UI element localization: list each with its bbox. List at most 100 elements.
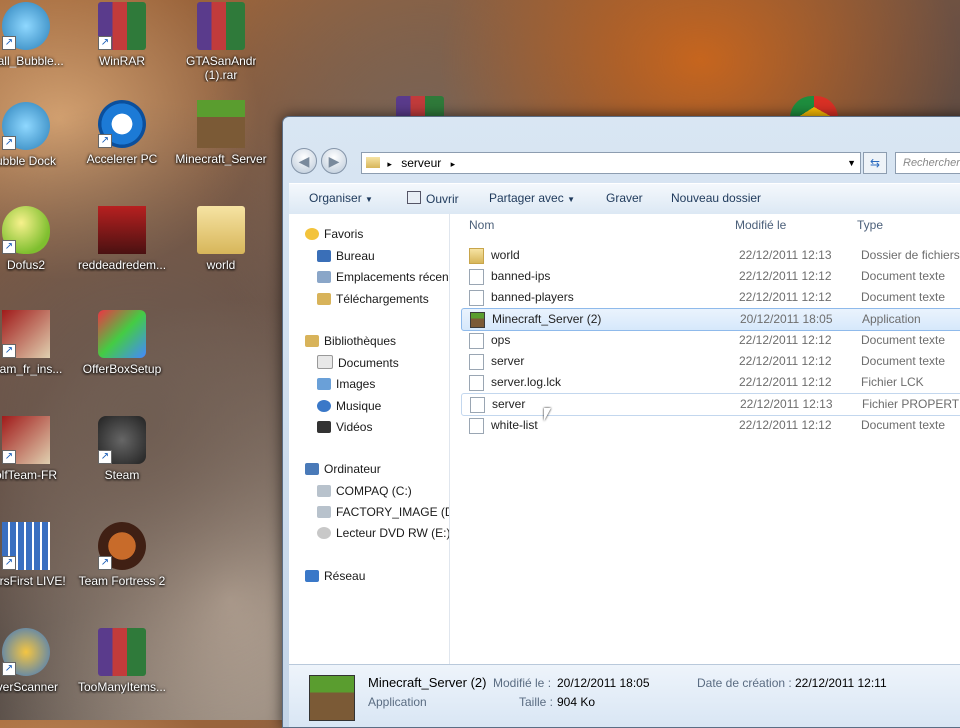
desktop-icon-dofus2[interactable]: ↗ Dofus2 [0,206,74,272]
text-file-icon [469,269,484,285]
images-icon [317,378,331,390]
desktop-icon-driverscanner[interactable]: ↗ iverScanner [0,628,74,694]
nav-ordinateur[interactable]: Ordinateur [305,459,381,479]
back-button[interactable]: ◀ [291,148,317,174]
text-file-icon [469,333,484,349]
desktop-icon-minecraft-server[interactable]: Minecraft_Server [173,100,269,166]
desktop-icon-wolfteam-installer[interactable]: ↗ team_fr_ins... [0,310,74,376]
rar-archive-icon [197,2,245,50]
breadcrumb-chevron-icon[interactable]: ▸ [451,159,456,169]
minecraft-app-icon [309,675,355,721]
nav-musique[interactable]: Musique [317,396,381,416]
details-created-value: 22/12/2011 12:11 [795,676,887,690]
address-bar[interactable]: ▸ serveur ▸ ▼ [361,152,861,174]
ouvrir-button[interactable]: Ouvrir [407,191,459,206]
nav-emplacements-recents[interactable]: Emplacements récen [317,267,449,287]
column-header-type[interactable]: Type [857,218,883,232]
desktop-icon-steam[interactable]: ↗ Steam [74,416,170,482]
minecraft-icon [197,100,245,148]
desktop-icon-gta-rar[interactable]: GTASanAndreas (1).rar [173,2,269,82]
libraries-icon [305,335,319,347]
address-dropdown-icon[interactable]: ▼ [847,153,856,173]
desktop-icon-wolfteam[interactable]: ↗ olfTeam-FR [0,416,74,482]
bubble-dock-icon: ↗ [2,102,50,150]
nav-bureau[interactable]: Bureau [317,246,375,266]
wolfteam-installer-icon: ↗ [2,310,50,358]
desktop-icon-accelerer-pc[interactable]: ↗ Accelerer PC [74,100,170,166]
steam-icon: ↗ [98,416,146,464]
chevron-down-icon: ▼ [567,195,575,204]
column-header-modifie[interactable]: Modifié le [735,218,786,232]
bubble-app-icon: ↗ [2,2,50,50]
desktop-icon-reddead[interactable]: reddeadredem... [74,206,170,272]
mouse-cursor-icon [544,408,551,421]
text-file-icon [469,290,484,306]
command-bar: Organiser ▼ Ouvrir Partager avec ▼ Grave… [289,183,960,215]
nav-images[interactable]: Images [317,374,375,394]
file-row-white-list[interactable]: white-list 22/12/2011 12:12 Document tex… [461,415,960,436]
dvd-drive-icon [317,527,331,539]
file-list: Nom Modifié le Type world 22/12/2011 12:… [451,214,960,665]
downloads-icon [317,293,331,305]
address-row: ◀ ▶ ▸ serveur ▸ ▼ ⇆ Rechercher [283,145,960,179]
details-created-label: Date de création : [697,676,792,690]
file-row-server-properties[interactable]: server 22/12/2011 12:13 Fichier PROPERTI… [461,393,960,416]
forward-button[interactable]: ▶ [321,148,347,174]
breadcrumb-serveur[interactable]: serveur [401,156,441,170]
dofus-egg-icon: ↗ [2,206,50,254]
desktop-icon-gamersfirst[interactable]: ↗ nersFirst LIVE! [0,522,74,588]
desktop-icon-world-folder[interactable]: world [173,206,269,272]
desktop-icon-bubble-dock[interactable]: ↗ ubble Dock [0,102,74,168]
file-row-world[interactable]: world 22/12/2011 12:13 Dossier de fichie… [461,245,960,266]
nav-bibliotheques[interactable]: Bibliothèques [305,331,396,351]
nav-factory-image-d[interactable]: FACTORY_IMAGE (D [317,502,449,522]
navigation-pane: Favoris Bureau Emplacements récen Téléch… [289,214,450,665]
computer-icon [305,463,319,475]
videos-icon [317,421,331,433]
desktop-icon-tf2[interactable]: ↗ Team Fortress 2 [74,522,170,588]
accelerer-pc-icon: ↗ [98,100,146,148]
rar-archive-icon [98,628,146,676]
graver-button[interactable]: Graver [606,191,643,205]
file-row-server-log-lck[interactable]: server.log.lck 22/12/2011 12:12 Fichier … [461,372,960,393]
wolfteam-icon: ↗ [2,416,50,464]
file-row-banned-players[interactable]: banned-players 22/12/2011 12:12 Document… [461,287,960,308]
file-row-ops[interactable]: ops 22/12/2011 12:12 Document texte [461,330,960,351]
nav-reseau[interactable]: Réseau [305,566,365,586]
text-file-icon [469,375,484,391]
organiser-menu[interactable]: Organiser ▼ [309,191,373,205]
refresh-button[interactable]: ⇆ [863,152,887,174]
drive-icon [317,485,331,497]
nav-compaq-c[interactable]: COMPAQ (C:) [317,481,412,501]
recent-places-icon [317,271,331,283]
back-arrow-icon: ◀ [298,153,310,169]
file-row-server-txt[interactable]: server 22/12/2011 12:12 Document texte [461,351,960,372]
nouveau-dossier-button[interactable]: Nouveau dossier [671,191,761,205]
column-header-nom[interactable]: Nom [469,218,494,232]
file-row-minecraft-server[interactable]: Minecraft_Server (2) 20/12/2011 18:05 Ap… [461,308,960,331]
partager-avec-menu[interactable]: Partager avec ▼ [489,191,575,205]
desktop-icon-bubble-install[interactable]: ↗ stall_Bubble... [0,2,74,68]
details-pane: Minecraft_Server (2) Application Modifié… [289,664,960,727]
red-dead-icon [98,206,146,254]
desktop-icon-winrar[interactable]: ↗ WinRAR [74,2,170,68]
text-file-icon [469,418,484,434]
nav-telechargements[interactable]: Téléchargements [317,289,429,309]
minecraft-app-icon [470,312,485,328]
rar-archive-icon [396,96,444,118]
nav-favoris[interactable]: Favoris [305,224,363,244]
music-icon [317,400,331,412]
search-input[interactable]: Rechercher [895,152,960,174]
folder-icon [197,206,245,254]
properties-file-icon [470,397,485,413]
explorer-window: ◀ ▶ ▸ serveur ▸ ▼ ⇆ Rechercher Organiser… [282,116,960,728]
file-row-banned-ips[interactable]: banned-ips 22/12/2011 12:12 Document tex… [461,266,960,287]
desktop-icon-toomanyitems[interactable]: TooManyItems... [74,628,170,694]
details-file-kind: Application [368,695,427,709]
nav-videos[interactable]: Vidéos [317,417,372,437]
nav-documents[interactable]: Documents [317,353,399,373]
nav-dvd-e[interactable]: Lecteur DVD RW (E:) [317,523,449,543]
breadcrumb-separator-icon: ▸ [387,159,392,169]
refresh-icon: ⇆ [869,156,881,170]
desktop-icon-offerbox[interactable]: OfferBoxSetup [74,310,170,376]
